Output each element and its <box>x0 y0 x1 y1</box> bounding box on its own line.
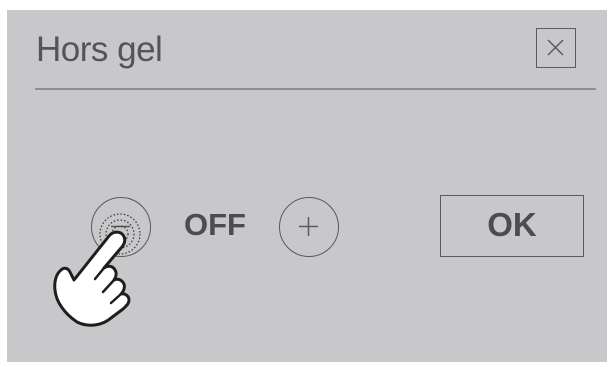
increase-button[interactable] <box>279 197 339 257</box>
tapping-hand-icon <box>53 213 141 327</box>
dialog-title: Hors gel <box>36 30 163 69</box>
close-icon <box>547 39 564 56</box>
ok-button[interactable]: OK <box>440 195 584 257</box>
close-button[interactable] <box>536 28 576 68</box>
frost-protection-dialog: Hors gel OFF OK <box>7 10 607 362</box>
title-divider <box>35 88 596 90</box>
setting-value: OFF <box>184 207 246 242</box>
plus-icon <box>299 217 318 236</box>
